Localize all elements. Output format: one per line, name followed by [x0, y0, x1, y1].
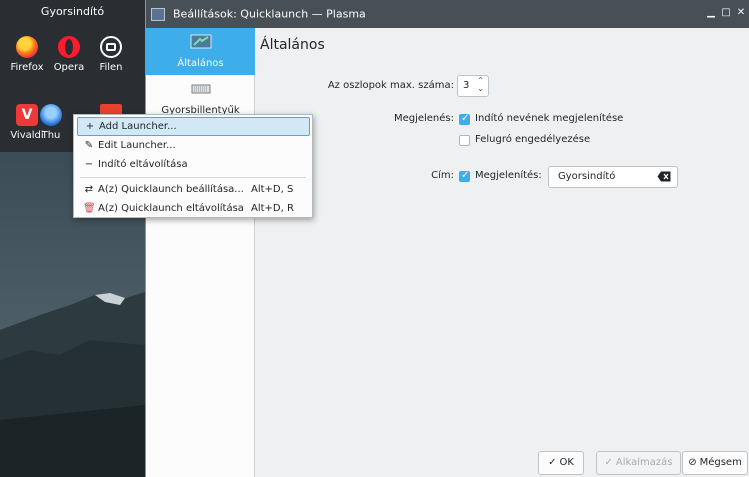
maximize-button[interactable]: □ — [721, 8, 731, 18]
ok-button[interactable]: ✓ OK — [538, 451, 584, 475]
menu-shortcut: Alt+D, S — [251, 184, 294, 195]
ok-label: OK — [559, 457, 574, 468]
firefox-icon — [16, 36, 38, 58]
cancel-label: Mégsem — [699, 457, 742, 468]
edit-icon: ✎ — [84, 140, 94, 151]
launcher-label: Thu — [41, 130, 61, 141]
opera-icon — [58, 36, 80, 58]
menu-item-add-launcher[interactable]: + Add Launcher... — [77, 117, 310, 136]
window-app-icon — [151, 8, 165, 21]
plus-icon: + — [85, 121, 95, 132]
title-show-label[interactable]: Megjelenítés: — [475, 170, 542, 181]
menu-item-label: A(z) Quicklaunch beállítása... — [98, 184, 244, 195]
settings-window: Beállítások: Quicklaunch — Plasma ▁ □ ✕ … — [145, 0, 749, 477]
max-columns-label: Az oszlopok max. száma: — [327, 80, 454, 91]
settings-sidebar: Általános Gyorsbillentyűk — [146, 28, 255, 477]
title-show-checkbox[interactable] — [459, 170, 470, 182]
menu-item-label: A(z) Quicklaunch eltávolítása — [98, 203, 244, 214]
menu-item-configure-quicklaunch[interactable]: ⇄ A(z) Quicklaunch beállítása... Alt+D, S — [77, 180, 310, 199]
context-menu: + Add Launcher... ✎ Edit Launcher... − Indí… — [73, 114, 313, 218]
title-label: Cím: — [431, 170, 454, 181]
trash-icon: 🗑 — [83, 203, 96, 214]
apply-button[interactable]: ✓ Alkalmazás — [596, 451, 681, 475]
vivaldi-icon: V — [16, 104, 38, 126]
show-launcher-names-checkbox[interactable] — [459, 113, 470, 125]
filen-icon — [100, 36, 122, 58]
check-icon: ✓ — [548, 457, 557, 468]
panel-title: Gyorsindító — [40, 5, 105, 18]
menu-item-edit-launcher[interactable]: ✎ Edit Launcher... — [77, 136, 310, 155]
menu-item-label: Edit Launcher... — [98, 140, 176, 151]
launcher-label: Filen — [99, 62, 123, 73]
cancel-button[interactable]: ⊘ Mégsem — [682, 451, 748, 475]
appearance-label: Megjelenés: — [393, 113, 454, 124]
check-icon: ✓ — [604, 457, 613, 468]
cancel-icon: ⊘ — [688, 457, 697, 468]
title-input-value: Gyorsindító — [558, 171, 616, 182]
page-title: Általános — [260, 37, 325, 53]
enable-popup-checkbox[interactable] — [459, 135, 470, 146]
spin-arrows-icon[interactable]: ⌃ ⌄ — [477, 77, 484, 93]
show-launcher-names-label[interactable]: Indító nevének megjelenítése — [475, 113, 623, 124]
title-input[interactable]: Gyorsindító — [548, 166, 678, 188]
menu-item-label: Indító eltávolítása — [98, 159, 188, 170]
menu-shortcut: Alt+D, R — [251, 203, 294, 214]
menu-item-label: Add Launcher... — [99, 121, 177, 132]
max-columns-spinbox[interactable]: 3 ⌃ ⌄ — [457, 75, 489, 97]
launcher-filen[interactable]: Filen — [84, 36, 138, 73]
minimize-button[interactable]: ▁ — [706, 8, 716, 18]
window-titlebar[interactable]: Beállítások: Quicklaunch — Plasma ▁ □ ✕ — [146, 0, 749, 28]
close-button[interactable]: ✕ — [736, 8, 746, 18]
menu-item-remove-launcher[interactable]: − Indító eltávolítása — [77, 155, 310, 174]
max-columns-value: 3 — [463, 80, 470, 91]
apply-label: Alkalmazás — [615, 457, 673, 468]
thunderbird-icon — [40, 104, 62, 126]
menu-separator — [80, 177, 306, 178]
minus-icon: − — [84, 159, 94, 170]
clear-text-icon[interactable] — [657, 171, 671, 182]
window-title: Beállítások: Quicklaunch — Plasma — [173, 7, 366, 21]
sidebar-item-label: Általános — [177, 58, 224, 69]
launcher-thunderbird[interactable]: Thu — [36, 104, 66, 141]
keyboard-icon — [191, 84, 210, 94]
sidebar-item-general[interactable]: Általános — [146, 28, 255, 75]
menu-item-remove-quicklaunch[interactable]: 🗑 A(z) Quicklaunch eltávolítása Alt+D, R — [77, 199, 310, 218]
configure-icon: ⇄ — [84, 184, 94, 195]
enable-popup-label[interactable]: Felugró engedélyezése — [475, 134, 590, 145]
general-settings-icon — [190, 34, 211, 49]
